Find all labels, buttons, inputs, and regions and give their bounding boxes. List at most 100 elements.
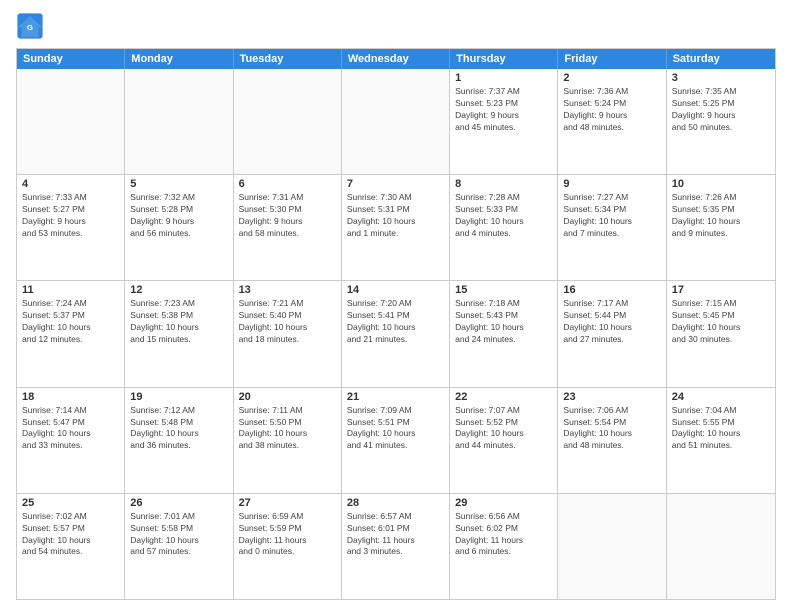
day-number: 13 [239, 284, 336, 296]
day-number: 20 [239, 391, 336, 403]
day-info: Sunrise: 7:17 AM Sunset: 5:44 PM Dayligh… [563, 298, 660, 346]
day-info: Sunrise: 7:32 AM Sunset: 5:28 PM Dayligh… [130, 192, 227, 240]
day-number: 21 [347, 391, 444, 403]
day-info: Sunrise: 7:04 AM Sunset: 5:55 PM Dayligh… [672, 405, 770, 453]
calendar-cell [342, 69, 450, 174]
calendar-cell: 14 Sunrise: 7:20 AM Sunset: 5:41 PM Dayli… [342, 281, 450, 386]
day-info: Sunrise: 7:09 AM Sunset: 5:51 PM Dayligh… [347, 405, 444, 453]
day-info: Sunrise: 7:15 AM Sunset: 5:45 PM Dayligh… [672, 298, 770, 346]
calendar-cell: 26 Sunrise: 7:01 AM Sunset: 5:58 PM Dayli… [125, 494, 233, 599]
day-info: Sunrise: 7:01 AM Sunset: 5:58 PM Dayligh… [130, 511, 227, 559]
day-number: 15 [455, 284, 552, 296]
calendar-cell: 17 Sunrise: 7:15 AM Sunset: 5:45 PM Dayli… [667, 281, 775, 386]
day-number: 25 [22, 497, 119, 509]
day-info: Sunrise: 7:33 AM Sunset: 5:27 PM Dayligh… [22, 192, 119, 240]
day-info: Sunrise: 6:57 AM Sunset: 6:01 PM Dayligh… [347, 511, 444, 559]
day-info: Sunrise: 7:21 AM Sunset: 5:40 PM Dayligh… [239, 298, 336, 346]
calendar-row: 25 Sunrise: 7:02 AM Sunset: 5:57 PM Dayli… [17, 493, 775, 599]
day-info: Sunrise: 7:31 AM Sunset: 5:30 PM Dayligh… [239, 192, 336, 240]
svg-text:G: G [27, 23, 33, 32]
weekday-header: Wednesday [342, 49, 450, 69]
calendar-cell: 9 Sunrise: 7:27 AM Sunset: 5:34 PM Daylig… [558, 175, 666, 280]
day-info: Sunrise: 6:56 AM Sunset: 6:02 PM Dayligh… [455, 511, 552, 559]
day-number: 16 [563, 284, 660, 296]
day-number: 28 [347, 497, 444, 509]
calendar-cell: 8 Sunrise: 7:28 AM Sunset: 5:33 PM Daylig… [450, 175, 558, 280]
day-number: 27 [239, 497, 336, 509]
day-number: 26 [130, 497, 227, 509]
day-info: Sunrise: 7:37 AM Sunset: 5:23 PM Dayligh… [455, 86, 552, 134]
day-info: Sunrise: 7:36 AM Sunset: 5:24 PM Dayligh… [563, 86, 660, 134]
day-info: Sunrise: 7:18 AM Sunset: 5:43 PM Dayligh… [455, 298, 552, 346]
day-info: Sunrise: 7:06 AM Sunset: 5:54 PM Dayligh… [563, 405, 660, 453]
day-number: 6 [239, 178, 336, 190]
calendar-row: 4 Sunrise: 7:33 AM Sunset: 5:27 PM Daylig… [17, 174, 775, 280]
day-number: 7 [347, 178, 444, 190]
logo-icon: G [16, 12, 44, 40]
calendar-row: 1 Sunrise: 7:37 AM Sunset: 5:23 PM Daylig… [17, 69, 775, 174]
calendar-cell: 10Sunrise: 7:26 AM Sunset: 5:35 PM Dayli… [667, 175, 775, 280]
calendar-cell: 2 Sunrise: 7:36 AM Sunset: 5:24 PM Daylig… [558, 69, 666, 174]
weekday-header: Sunday [17, 49, 125, 69]
day-number: 11 [22, 284, 119, 296]
day-info: Sunrise: 7:28 AM Sunset: 5:33 PM Dayligh… [455, 192, 552, 240]
day-info: Sunrise: 7:20 AM Sunset: 5:41 PM Dayligh… [347, 298, 444, 346]
calendar-cell: 1 Sunrise: 7:37 AM Sunset: 5:23 PM Daylig… [450, 69, 558, 174]
calendar-cell [17, 69, 125, 174]
calendar-header: SundayMondayTuesdayWednesdayThursdayFrid… [17, 49, 775, 69]
day-info: Sunrise: 7:30 AM Sunset: 5:31 PM Dayligh… [347, 192, 444, 240]
calendar-cell: 5 Sunrise: 7:32 AM Sunset: 5:28 PM Daylig… [125, 175, 233, 280]
day-number: 9 [563, 178, 660, 190]
day-info: Sunrise: 7:14 AM Sunset: 5:47 PM Dayligh… [22, 405, 119, 453]
day-number: 8 [455, 178, 552, 190]
day-number: 5 [130, 178, 227, 190]
calendar-row: 18 Sunrise: 7:14 AM Sunset: 5:47 PM Dayli… [17, 387, 775, 493]
day-info: Sunrise: 7:35 AM Sunset: 5:25 PM Dayligh… [672, 86, 770, 134]
page: G SundayMondayTuesdayWednesdayThursdayFr… [0, 0, 792, 612]
day-number: 3 [672, 72, 770, 84]
calendar-cell: 20 Sunrise: 7:11 AM Sunset: 5:50 PM Dayli… [234, 388, 342, 493]
calendar-cell: 7 Sunrise: 7:30 AM Sunset: 5:31 PM Daylig… [342, 175, 450, 280]
day-info: Sunrise: 7:11 AM Sunset: 5:50 PM Dayligh… [239, 405, 336, 453]
day-number: 2 [563, 72, 660, 84]
day-number: 12 [130, 284, 227, 296]
day-number: 1 [455, 72, 552, 84]
day-number: 24 [672, 391, 770, 403]
calendar-cell: 22 Sunrise: 7:07 AM Sunset: 5:52 PM Dayli… [450, 388, 558, 493]
day-info: Sunrise: 7:24 AM Sunset: 5:37 PM Dayligh… [22, 298, 119, 346]
calendar-cell: 4 Sunrise: 7:33 AM Sunset: 5:27 PM Daylig… [17, 175, 125, 280]
calendar-cell [234, 69, 342, 174]
calendar-cell [667, 494, 775, 599]
day-info: Sunrise: 7:27 AM Sunset: 5:34 PM Dayligh… [563, 192, 660, 240]
day-number: 18 [22, 391, 119, 403]
day-number: 23 [563, 391, 660, 403]
calendar-cell: 25 Sunrise: 7:02 AM Sunset: 5:57 PM Dayli… [17, 494, 125, 599]
calendar-cell: 15 Sunrise: 7:18 AM Sunset: 5:43 PM Dayli… [450, 281, 558, 386]
day-info: Sunrise: 7:26 AM Sunset: 5:35 PM Dayligh… [672, 192, 770, 240]
calendar-cell: 6 Sunrise: 7:31 AM Sunset: 5:30 PM Daylig… [234, 175, 342, 280]
calendar-cell: 16 Sunrise: 7:17 AM Sunset: 5:44 PM Dayli… [558, 281, 666, 386]
day-info: Sunrise: 6:59 AM Sunset: 5:59 PM Dayligh… [239, 511, 336, 559]
calendar-cell: 12Sunrise: 7:23 AM Sunset: 5:38 PM Dayli… [125, 281, 233, 386]
calendar-cell [558, 494, 666, 599]
weekday-header: Tuesday [234, 49, 342, 69]
calendar-row: 11 Sunrise: 7:24 AM Sunset: 5:37 PM Dayli… [17, 280, 775, 386]
calendar-cell: 3 Sunrise: 7:35 AM Sunset: 5:25 PM Daylig… [667, 69, 775, 174]
weekday-header: Saturday [667, 49, 775, 69]
day-number: 22 [455, 391, 552, 403]
calendar-cell: 23 Sunrise: 7:06 AM Sunset: 5:54 PM Dayli… [558, 388, 666, 493]
calendar-cell: 19Sunrise: 7:12 AM Sunset: 5:48 PM Dayli… [125, 388, 233, 493]
day-number: 4 [22, 178, 119, 190]
calendar-cell: 24 Sunrise: 7:04 AM Sunset: 5:55 PM Dayli… [667, 388, 775, 493]
calendar-cell: 27 Sunrise: 6:59 AM Sunset: 5:59 PM Dayli… [234, 494, 342, 599]
calendar-cell: 28 Sunrise: 6:57 AM Sunset: 6:01 PM Dayli… [342, 494, 450, 599]
header: G [16, 12, 776, 40]
weekday-header: Thursday [450, 49, 558, 69]
day-number: 17 [672, 284, 770, 296]
logo: G [16, 12, 48, 40]
day-info: Sunrise: 7:02 AM Sunset: 5:57 PM Dayligh… [22, 511, 119, 559]
day-number: 14 [347, 284, 444, 296]
day-number: 19 [130, 391, 227, 403]
day-info: Sunrise: 7:07 AM Sunset: 5:52 PM Dayligh… [455, 405, 552, 453]
weekday-header: Monday [125, 49, 233, 69]
